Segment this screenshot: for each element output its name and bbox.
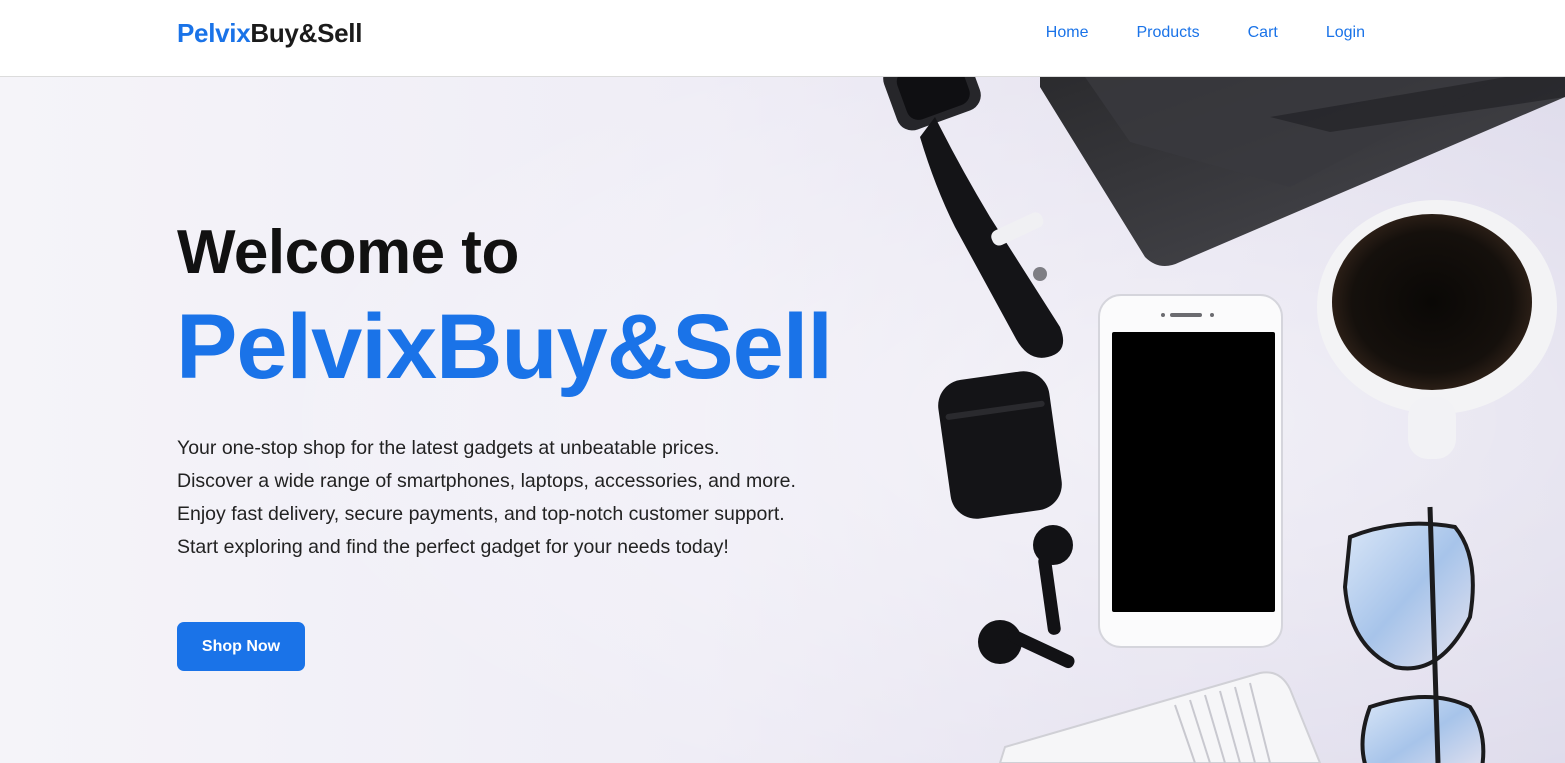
top-navbar: PelvixBuy&Sell Home Products Cart Login xyxy=(0,0,1565,77)
hero-welcome-heading: Welcome to xyxy=(177,218,519,287)
brand-logo[interactable]: PelvixBuy&Sell xyxy=(177,18,362,49)
nav-link-products[interactable]: Products xyxy=(1136,24,1199,42)
nav-link-cart[interactable]: Cart xyxy=(1248,24,1278,42)
nav-links: Home Products Cart Login xyxy=(1046,24,1365,42)
nav-link-login[interactable]: Login xyxy=(1326,24,1365,42)
earbuds-case-graphic xyxy=(938,371,1062,519)
smartphone-graphic xyxy=(1098,294,1283,648)
hero-description: Your one-stop shop for the latest gadget… xyxy=(177,437,796,558)
hero-brand-heading: PelvixBuy&Sell xyxy=(176,296,833,398)
brand-logo-part2: Buy&Sell xyxy=(250,18,363,48)
nav-link-home[interactable]: Home xyxy=(1046,24,1089,42)
shop-now-button[interactable]: Shop Now xyxy=(177,622,305,671)
hero-section: Welcome to PelvixBuy&Sell Your one-stop … xyxy=(0,77,1565,763)
brand-logo-part1: Pelvix xyxy=(177,18,251,48)
